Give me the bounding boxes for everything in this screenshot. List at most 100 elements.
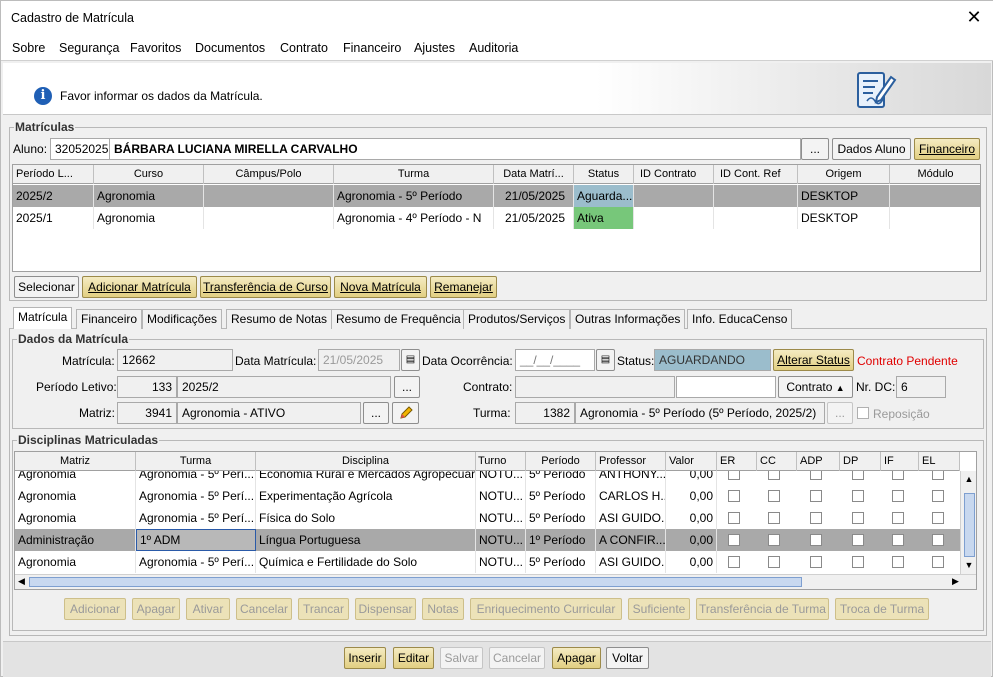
dp-checkbox[interactable] (852, 471, 864, 480)
menu-ajustes[interactable]: Ajustes (414, 41, 455, 55)
scroll-right-icon[interactable]: ▶ (952, 576, 959, 587)
col-turma[interactable]: Turma (136, 452, 256, 471)
er-checkbox[interactable] (728, 512, 740, 524)
apagar-button[interactable]: Apagar (552, 647, 601, 669)
aluno-name-field[interactable]: BÁRBARA LUCIANA MIRELLA CARVALHO (109, 138, 801, 160)
col-modulo[interactable]: Módulo (890, 165, 980, 184)
er-checkbox[interactable] (728, 556, 740, 568)
col-adp[interactable]: ADP (797, 452, 840, 471)
vertical-scrollbar[interactable]: ▲ ▼ (960, 471, 976, 574)
col-turma[interactable]: Turma (334, 165, 494, 184)
col-periodo[interactable]: Período (526, 452, 596, 471)
scroll-down-icon[interactable]: ▼ (963, 559, 975, 571)
contrato-dropdown-button[interactable]: Contrato ▲ (778, 376, 853, 398)
table-row[interactable]: Agronomia Agronomia - 5º Perí... Química… (15, 551, 960, 573)
financeiro-button[interactable]: Financeiro (914, 138, 980, 160)
col-data[interactable]: Data Matrí... (494, 165, 574, 184)
contrato-extra-field[interactable] (676, 376, 776, 398)
close-icon[interactable]: ✕ (964, 7, 984, 28)
menu-financeiro[interactable]: Financeiro (343, 41, 401, 55)
remanejar-button[interactable]: Remanejar (430, 276, 497, 298)
tab-resumo-notas[interactable]: Resumo de Notas (226, 309, 333, 329)
if-checkbox[interactable] (892, 534, 904, 546)
cancelar-disciplina-button[interactable]: Cancelar (236, 598, 292, 620)
col-el[interactable]: EL (919, 452, 960, 471)
editar-button[interactable]: Editar (393, 647, 434, 669)
transferencia-curso-button[interactable]: Transferência de Curso (200, 276, 331, 298)
cc-checkbox[interactable] (768, 556, 780, 568)
if-checkbox[interactable] (892, 512, 904, 524)
salvar-button[interactable]: Salvar (440, 647, 483, 669)
matricula-field[interactable]: 12662 (117, 349, 233, 371)
col-disciplina[interactable]: Disciplina (256, 452, 476, 471)
contrato-field[interactable] (515, 376, 675, 398)
cancelar-button[interactable]: Cancelar (489, 647, 545, 669)
cc-checkbox[interactable] (768, 471, 780, 480)
ativar-button[interactable]: Ativar (186, 598, 230, 620)
tab-resumo-frequencia[interactable]: Resumo de Frequência (331, 309, 466, 329)
suficiente-button[interactable]: Suficiente (628, 598, 690, 620)
adp-checkbox[interactable] (810, 471, 822, 480)
dp-checkbox[interactable] (852, 556, 864, 568)
col-campus[interactable]: Câmpus/Polo (204, 165, 334, 184)
selecionar-button[interactable]: Selecionar (14, 276, 79, 298)
col-er[interactable]: ER (717, 452, 757, 471)
menu-seguranca[interactable]: Segurança (59, 41, 119, 55)
tab-info-educacenso[interactable]: Info. EducaCenso (687, 309, 793, 329)
adp-checkbox[interactable] (810, 512, 822, 524)
col-curso[interactable]: Curso (94, 165, 204, 184)
tab-modificacoes[interactable]: Modificações (142, 309, 223, 329)
col-turno[interactable]: Turno (476, 452, 526, 471)
periodo-id-field[interactable]: 133 (117, 376, 177, 398)
el-checkbox[interactable] (932, 512, 944, 524)
menu-sobre[interactable]: Sobre (12, 41, 45, 55)
cc-checkbox[interactable] (768, 534, 780, 546)
nrdc-field[interactable]: 6 (896, 376, 946, 398)
col-cc[interactable]: CC (757, 452, 797, 471)
adicionar-disciplina-button[interactable]: Adicionar (64, 598, 126, 620)
alterar-status-button[interactable]: Alterar Status (773, 349, 854, 371)
menu-favoritos[interactable]: Favoritos (130, 41, 181, 55)
menu-documentos[interactable]: Documentos (195, 41, 265, 55)
col-dp[interactable]: DP (840, 452, 881, 471)
el-checkbox[interactable] (932, 490, 944, 502)
turma-search-button[interactable]: ... (827, 402, 853, 424)
er-checkbox[interactable] (728, 471, 740, 480)
col-status[interactable]: Status (574, 165, 634, 184)
table-row[interactable]: Administração 1º ADM Língua Portuguesa N… (15, 529, 960, 551)
periodo-field[interactable]: 2025/2 (177, 376, 391, 398)
dados-aluno-button[interactable]: Dados Aluno (832, 138, 911, 160)
el-checkbox[interactable] (932, 471, 944, 480)
dp-checkbox[interactable] (852, 490, 864, 502)
troca-turma-button[interactable]: Troca de Turma (835, 598, 929, 620)
transferencia-turma-button[interactable]: Transferência de Turma (696, 598, 829, 620)
nova-matricula-button[interactable]: Nova Matrícula (334, 276, 427, 298)
adp-checkbox[interactable] (810, 556, 822, 568)
aluno-search-button[interactable]: ... (801, 138, 829, 160)
col-periodo[interactable]: Período L... (13, 165, 94, 184)
matriz-search-button[interactable]: ... (363, 402, 389, 424)
calendar-icon[interactable]: ▤ (401, 349, 420, 371)
col-if[interactable]: IF (881, 452, 919, 471)
voltar-button[interactable]: Voltar (606, 647, 649, 669)
dp-checkbox[interactable] (852, 512, 864, 524)
col-id-ref[interactable]: ID Cont. Ref (714, 165, 798, 184)
adicionar-matricula-button[interactable]: Adicionar Matrícula (82, 276, 197, 298)
data-matricula-field[interactable]: 21/05/2025 (318, 349, 400, 371)
scroll-up-icon[interactable]: ▲ (963, 473, 975, 485)
er-checkbox[interactable] (728, 490, 740, 502)
cc-checkbox[interactable] (768, 490, 780, 502)
adp-checkbox[interactable] (810, 490, 822, 502)
col-id-contrato[interactable]: ID Contrato (634, 165, 714, 184)
matriz-field[interactable]: Agronomia - ATIVO (177, 402, 361, 424)
horizontal-scrollbar[interactable]: ◀ ▶ (15, 574, 976, 589)
col-valor[interactable]: Valor (666, 452, 717, 471)
tab-outras-informacoes[interactable]: Outras Informações (570, 309, 686, 329)
periodo-search-button[interactable]: ... (394, 376, 420, 398)
apagar-disciplina-button[interactable]: Apagar (132, 598, 180, 620)
er-checkbox[interactable] (728, 534, 740, 546)
menu-auditoria[interactable]: Auditoria (469, 41, 518, 55)
trancar-button[interactable]: Trancar (298, 598, 349, 620)
data-ocorrencia-field[interactable]: __/__/____ (515, 349, 595, 371)
pencil-edit-icon[interactable] (392, 402, 419, 424)
